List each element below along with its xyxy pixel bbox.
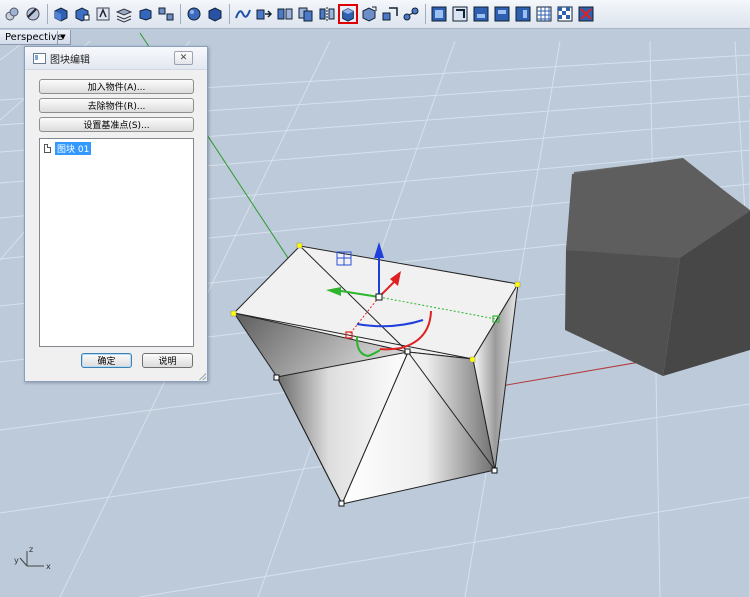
blue-cube-icon[interactable] — [205, 4, 225, 24]
panel-window-icon — [33, 52, 46, 64]
move-icon[interactable] — [254, 4, 274, 24]
side-view-icon[interactable] — [450, 4, 470, 24]
grid-view-icon[interactable] — [534, 4, 554, 24]
top-view-icon[interactable] — [492, 4, 512, 24]
sphere-icon[interactable] — [184, 4, 204, 24]
close-button[interactable]: ✕ — [174, 51, 193, 65]
panel-title: 图块编辑 — [50, 54, 90, 66]
block-edit-panel: 图块编辑 ✕ 加入物件(A)... 去除物件(R)... 设置基准点(S)...… — [24, 46, 208, 382]
panel-title-bar[interactable]: 图块编辑 ✕ — [25, 47, 207, 70]
explain-button[interactable]: 说明 — [142, 353, 193, 368]
viewport-title-tab[interactable]: Perspective ▼ — [0, 30, 71, 45]
layer-stack-icon[interactable] — [114, 4, 134, 24]
add-objects-button[interactable]: 加入物件(A)... — [39, 79, 194, 94]
front-view-icon[interactable] — [429, 4, 449, 24]
toolbar-separator — [229, 4, 230, 24]
block-edit-icon[interactable] — [338, 4, 358, 24]
main-toolbar — [0, 0, 750, 29]
text-object-icon[interactable] — [93, 4, 113, 24]
copy-icon[interactable] — [296, 4, 316, 24]
extrude-icon[interactable] — [275, 4, 295, 24]
axis-label-x: x — [46, 562, 51, 571]
curve-icon[interactable] — [233, 4, 253, 24]
document-icon — [44, 144, 51, 153]
toolbar-separator — [180, 4, 181, 24]
viewport-name: Perspective — [5, 31, 63, 43]
remove-objects-button[interactable]: 去除物件(R)... — [39, 98, 194, 113]
cube-icon[interactable] — [135, 4, 155, 24]
resize-grip[interactable] — [197, 371, 206, 380]
viewport-dropdown-button[interactable]: ▼ — [57, 30, 68, 44]
rotate-view-icon[interactable] — [23, 4, 43, 24]
tree-item-block[interactable]: 图块 01 — [44, 142, 92, 155]
axis-label-y: y — [14, 556, 19, 565]
connect-icon[interactable] — [401, 4, 421, 24]
block-tree[interactable]: 图块 01 — [39, 138, 194, 347]
materials-icon[interactable] — [2, 4, 22, 24]
scale-icon[interactable] — [380, 4, 400, 24]
mirror-icon[interactable] — [317, 4, 337, 24]
extract-icon[interactable] — [359, 4, 379, 24]
no-render-icon[interactable] — [576, 4, 596, 24]
back-view-icon[interactable] — [471, 4, 491, 24]
set-basepoint-button[interactable]: 设置基准点(S)... — [39, 117, 194, 132]
array-icon[interactable] — [156, 4, 176, 24]
axis-label-z: z — [29, 545, 33, 554]
bottom-view-icon[interactable] — [513, 4, 533, 24]
shaded-box-icon[interactable] — [51, 4, 71, 24]
ok-button[interactable]: 确定 — [81, 353, 132, 368]
box-edit-icon[interactable] — [72, 4, 92, 24]
tree-item-label: 图块 01 — [55, 142, 92, 155]
toolbar-separator — [47, 4, 48, 24]
checker-icon[interactable] — [555, 4, 575, 24]
toolbar-separator — [425, 4, 426, 24]
